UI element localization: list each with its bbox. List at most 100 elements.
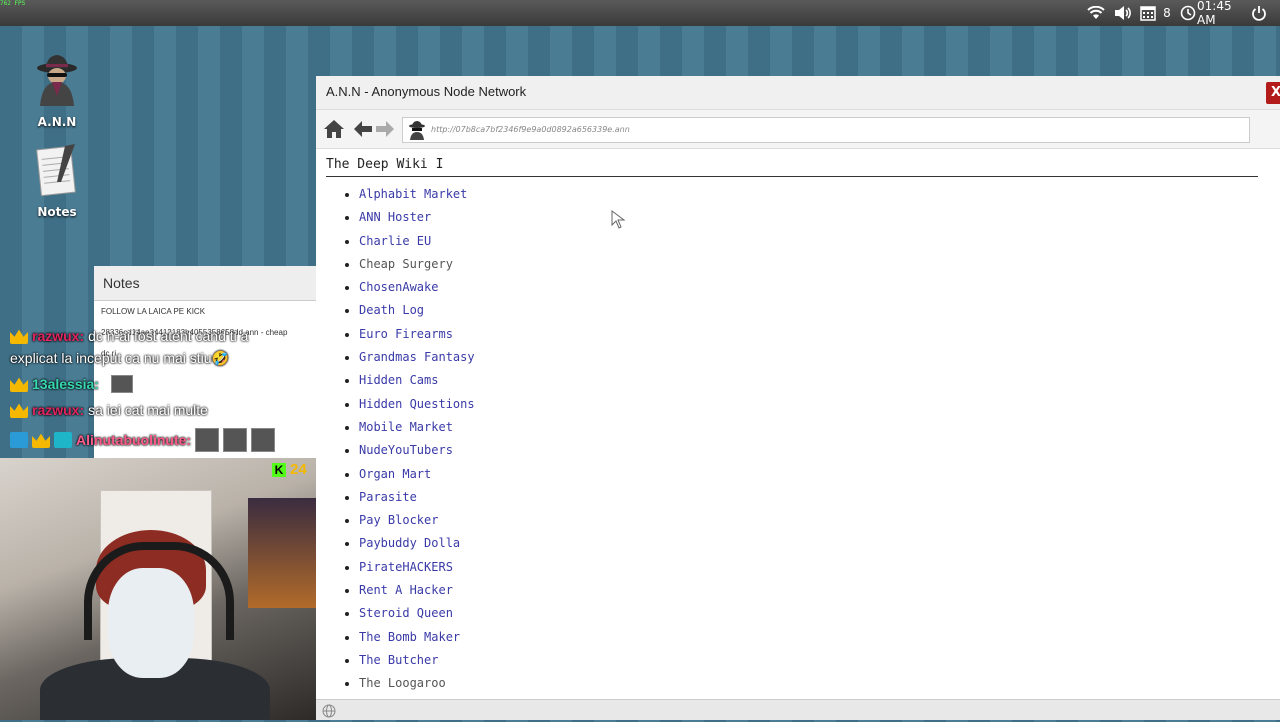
wiki-list-item: Charlie EU <box>359 230 1270 253</box>
viewer-counter: K 24 <box>272 461 307 478</box>
browser-statusbar <box>316 699 1280 720</box>
browser-title[interactable]: A.N.N - Anonymous Node Network <box>316 76 1280 110</box>
wiki-link[interactable]: Alphabit Market <box>359 187 467 201</box>
wiki-list-item: NudeYouTubers <box>359 439 1270 462</box>
wiki-link[interactable]: Paybuddy Dolla <box>359 536 460 550</box>
sub-badge-icon <box>54 432 72 448</box>
webcam-feed <box>0 458 316 720</box>
wiki-link[interactable]: Euro Firearms <box>359 327 453 341</box>
chat-username: 13alessia: <box>32 376 99 392</box>
wiki-link[interactable]: ChosenAwake <box>359 280 438 294</box>
wiki-link[interactable]: PirateHACKERS <box>359 560 453 574</box>
forward-arrow-icon[interactable] <box>374 118 396 140</box>
wiki-link[interactable]: Parasite <box>359 490 417 504</box>
wiki-list-item: PirateHACKERS <box>359 556 1270 579</box>
chat-message: 13alessia: <box>10 375 133 393</box>
wiki-list-item: Mobile Market <box>359 416 1270 439</box>
wiki-link[interactable]: NudeYouTubers <box>359 443 453 457</box>
chat-text: explicat la inceput ca nu mai stiu🤣 <box>10 350 229 366</box>
wiki-list-item: Organ Mart <box>359 463 1270 486</box>
wiki-link[interactable]: Grandmas Fantasy <box>359 350 475 364</box>
notes-line: FOLLOW LA LAICA PE KICK <box>101 307 206 316</box>
wiki-link[interactable]: The Bomb Maker <box>359 630 460 644</box>
wiki-list-item: ANN Hoster <box>359 206 1270 229</box>
volume-icon[interactable] <box>1112 4 1134 22</box>
wiki-list-item: Grandmas Fantasy <box>359 346 1270 369</box>
wiki-link[interactable]: Steroid Queen <box>359 606 453 620</box>
wiki-link[interactable]: ANN Hoster <box>359 210 431 224</box>
emote-icon <box>223 428 248 452</box>
clock-time[interactable]: 01:45 AM <box>1197 0 1247 27</box>
home-icon[interactable] <box>323 118 345 140</box>
wiki-link[interactable]: Cheap Surgery <box>359 257 453 271</box>
emote-icon <box>251 428 276 452</box>
back-arrow-icon[interactable] <box>352 118 374 140</box>
wiki-link[interactable]: Organ Mart <box>359 467 431 481</box>
wiki-link[interactable]: Hidden Cams <box>359 373 438 387</box>
desktop-icon-label: A.N.N <box>37 115 77 129</box>
wiki-link[interactable]: Pay Blocker <box>359 513 438 527</box>
kick-icon: K <box>272 462 286 477</box>
wiki-list-item: Parasite <box>359 486 1270 509</box>
chat-message: razwux: dc n-ai fost atent cand ti a <box>10 328 248 344</box>
wiki-list-item: Steroid Queen <box>359 602 1270 625</box>
wifi-icon[interactable] <box>1086 4 1106 22</box>
fps-counter: 762 FPS <box>0 0 26 7</box>
wiki-link[interactable]: Death Log <box>359 303 424 317</box>
wiki-list-item: The Loogaroo <box>359 672 1270 695</box>
chat-text: sa iei cat mai multe <box>88 402 208 418</box>
wiki-link[interactable]: The Loogaroo <box>359 676 446 690</box>
wrench-badge-icon <box>10 432 28 448</box>
wiki-list-item: Death Log <box>359 299 1270 322</box>
wiki-link[interactable]: The Butcher <box>359 653 438 667</box>
wiki-list-item: Pay Blocker <box>359 509 1270 532</box>
spy-icon <box>17 52 97 109</box>
webcam-background-tv <box>248 498 316 608</box>
chat-username: razwux: <box>32 402 85 418</box>
chat-username: razwux: <box>32 328 85 344</box>
wiki-list-item: Rent A Hacker <box>359 579 1270 602</box>
desktop-icon-ann[interactable]: A.N.N <box>17 52 97 129</box>
page-heading: The Deep Wiki I <box>326 149 1258 177</box>
viewer-count: 24 <box>290 461 307 478</box>
power-icon[interactable] <box>1250 4 1268 22</box>
chat-message: explicat la inceput ca nu mai stiu🤣 <box>10 350 229 367</box>
wiki-link[interactable]: Charlie EU <box>359 234 431 248</box>
browser-window[interactable]: A.N.N - Anonymous Node Network X http://… <box>316 76 1280 720</box>
wiki-list-item: Cheap Surgery <box>359 253 1270 276</box>
notes-title[interactable]: Notes <box>94 266 316 301</box>
calendar-icon[interactable] <box>1139 4 1157 22</box>
globe-icon <box>322 703 336 722</box>
chat-message: razwux: sa iei cat mai multe <box>10 402 208 418</box>
wiki-list-item: Paybuddy Dolla <box>359 532 1270 555</box>
wiki-list-item: ChosenAwake <box>359 276 1270 299</box>
chat-text: dc n-ai fost atent cand ti a <box>88 328 249 344</box>
desktop-icon-notes[interactable]: Notes <box>17 142 97 219</box>
wiki-link[interactable]: Rent A Hacker <box>359 583 453 597</box>
spy-icon <box>407 120 427 140</box>
page-content: The Deep Wiki I Alphabit Market ANN Hoste… <box>316 149 1280 699</box>
desktop-icon-label: Notes <box>37 205 77 219</box>
wiki-link[interactable]: Mobile Market <box>359 420 453 434</box>
wiki-list-item: The Butcher <box>359 649 1270 672</box>
wiki-list-item: The Bomb Maker <box>359 626 1270 649</box>
chat-username: Alinutabuolinute: <box>76 432 192 448</box>
close-button[interactable]: X <box>1266 82 1280 104</box>
headset-icon <box>84 542 234 640</box>
top-panel: 762 FPS 8 01:45 AM <box>0 0 1280 27</box>
wiki-link-list: Alphabit Market ANN Hoster Charlie EU Cheap… <box>326 183 1270 696</box>
browser-toolbar: http://07b8ca7bf2346f9e9a0d0892a656339e.… <box>316 110 1280 149</box>
url-text[interactable]: http://07b8ca7bf2346f9e9a0d0892a656339e.… <box>431 118 630 142</box>
emote-icon <box>110 375 133 393</box>
wiki-link[interactable]: Hidden Questions <box>359 397 475 411</box>
emote-icon <box>195 428 220 452</box>
clock-icon <box>1179 4 1197 22</box>
crown-badge-icon <box>10 377 28 392</box>
calendar-day: 8 <box>1163 6 1171 20</box>
wiki-list-item: Alphabit Market <box>359 183 1270 206</box>
crown-badge-icon <box>32 433 50 448</box>
chat-message: Alinutabuolinute: <box>10 428 276 452</box>
mouse-cursor-icon <box>611 210 629 234</box>
wiki-list-item: Hidden Cams <box>359 369 1270 392</box>
address-bar[interactable]: http://07b8ca7bf2346f9e9a0d0892a656339e.… <box>402 117 1250 143</box>
